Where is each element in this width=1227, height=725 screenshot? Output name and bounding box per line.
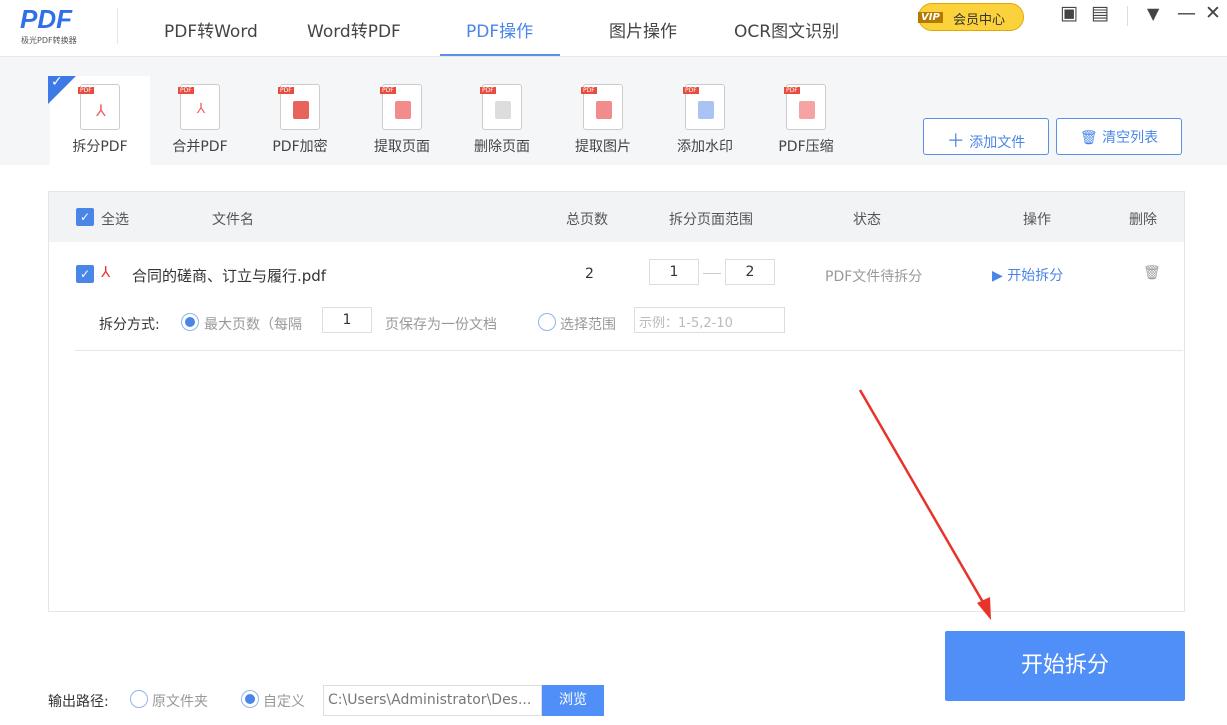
output-path-label: 输出路径: [48, 694, 109, 710]
arrow-head [977, 597, 991, 620]
start-split-button[interactable]: 开始拆分 [945, 631, 1185, 701]
custom-folder-label: 自定义 [263, 694, 305, 710]
browse-button[interactable]: 浏览 [542, 685, 604, 716]
radio-custom-folder[interactable] [241, 690, 259, 708]
radio-original-folder[interactable] [130, 690, 148, 708]
arrow-line [858, 389, 986, 605]
original-folder-label: 原文件夹 [152, 694, 208, 710]
output-path-input[interactable]: C:\Users\Administrator\Des... [323, 685, 542, 716]
annotation-arrow [858, 389, 991, 620]
